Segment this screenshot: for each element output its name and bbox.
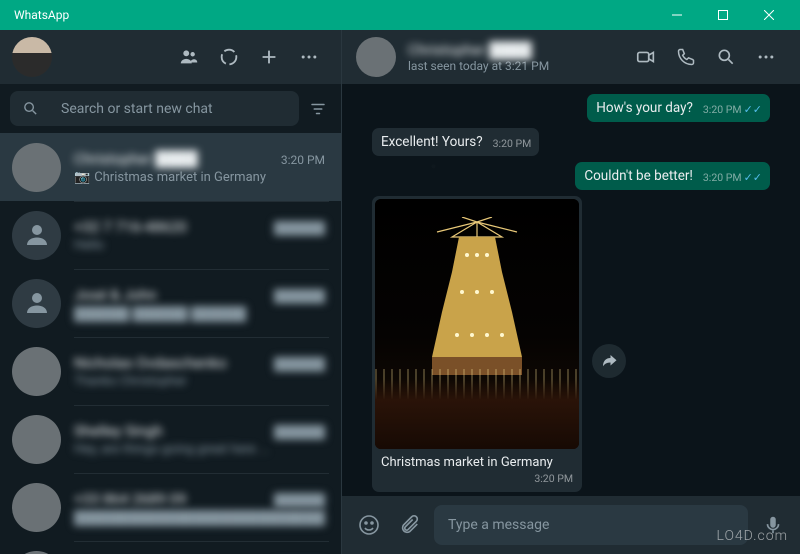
new-chat-icon[interactable] — [249, 37, 289, 77]
message-row: Excellent! Yours? 3:20 PM — [372, 128, 770, 162]
read-receipt-icon: ✓✓ — [744, 103, 762, 116]
chat-item-info: +33 864 2689 09█████████████████████████… — [74, 473, 329, 541]
chat-list: Christopher ████ 3:20 PM 📷Christmas market… — [0, 133, 341, 554]
message-row: Christmas market in Germany3:20 PM — [372, 196, 770, 492]
message-input[interactable]: Type a message — [434, 505, 748, 545]
chat-item-name: +33 864 2689 09 — [74, 490, 186, 508]
chat-item-avatar — [12, 143, 61, 192]
chat-item-time: ██████ — [274, 493, 325, 507]
conversation-pane: Christopher ████ last seen today at 3:21… — [342, 30, 800, 554]
emoji-icon[interactable] — [354, 513, 384, 537]
chat-item-avatar — [12, 279, 61, 328]
search-icon — [22, 100, 39, 117]
window-title: WhatsApp — [14, 8, 654, 22]
message-row: Couldn't be better! 3:20 PM✓✓ — [372, 162, 770, 196]
chat-list-item[interactable]: +33 864 2689 09█████████████████████████… — [0, 473, 341, 541]
chat-item-avatar — [12, 347, 61, 396]
messages-container: How's your day?3:20 PM✓✓Excellent! Yours… — [342, 84, 800, 496]
chat-list-item[interactable]: Nicholas Ovdaschenko ██████ Thanks Christo… — [0, 337, 341, 405]
chat-item-info: Shelley Singh ██████ Hey, are things going… — [74, 405, 329, 473]
message-meta: 3:20 PM✓✓ — [703, 171, 762, 184]
message-meta: 3:20 PM — [493, 137, 532, 150]
contact-info[interactable]: Christopher ████ last seen today at 3:21… — [408, 41, 626, 73]
chat-item-time: ██████ — [274, 221, 325, 235]
message-time: 3:20 PM — [375, 472, 579, 489]
chat-item-time: 3:20 PM — [281, 153, 325, 167]
forward-icon[interactable] — [592, 344, 626, 378]
outgoing-message[interactable]: How's your day? 3:20 PM✓✓ — [587, 94, 770, 122]
photo-icon: 📷 — [74, 170, 90, 185]
chat-item-preview: 📷Christmas market in Germany — [74, 170, 325, 185]
message-text: How's your day? — [596, 100, 693, 116]
chat-item-info: José & John ██████ ██████ ██████ ██████ — [74, 269, 329, 337]
image-message[interactable]: Christmas market in Germany3:20 PM — [372, 196, 582, 492]
chat-item-name: Nicholas Ovdaschenko — [74, 354, 227, 372]
message-time: 3:20 PM — [703, 103, 742, 116]
image-caption: Christmas market in Germany — [375, 449, 579, 472]
contact-name: Christopher ████ — [408, 41, 626, 59]
chat-list-item[interactable]: Christopher ████ 3:20 PM 📷Christmas market… — [0, 133, 341, 201]
compose-bar: Type a message — [342, 496, 800, 554]
chat-item-avatar — [12, 483, 61, 532]
chat-item-preview: Thanks Christopher — [74, 374, 325, 389]
chat-item-preview: Hey, are things going great here ... — [74, 442, 325, 457]
chat-item-name: Shelley Singh — [74, 422, 163, 440]
chat-item-avatar — [12, 415, 61, 464]
window-titlebar: WhatsApp — [0, 0, 800, 30]
chat-item-info: +32 7 716-48620 ██████ Hello — [74, 201, 329, 269]
chat-list-item[interactable]: Shelley Singh ██████ Hey, are things going… — [0, 405, 341, 473]
read-receipt-icon: ✓✓ — [744, 171, 762, 184]
chat-item-info: Nicholas Ovdaschenko ██████ Thanks Christo… — [74, 337, 329, 405]
search-placeholder: Search or start new chat — [61, 101, 213, 117]
voice-call-icon[interactable] — [666, 37, 706, 77]
message-image[interactable] — [375, 199, 579, 449]
menu-icon[interactable] — [289, 37, 329, 77]
message-meta: 3:20 PM✓✓ — [703, 103, 762, 116]
message-input-placeholder: Type a message — [448, 517, 549, 533]
contact-avatar[interactable] — [356, 37, 396, 77]
conversation-header: Christopher ████ last seen today at 3:21… — [342, 30, 800, 84]
incoming-message[interactable]: Excellent! Yours? 3:20 PM — [372, 128, 539, 156]
window-maximize-button[interactable] — [700, 0, 746, 30]
contact-status: last seen today at 3:21 PM — [408, 59, 626, 73]
window-close-button[interactable] — [746, 0, 792, 30]
outgoing-message[interactable]: Couldn't be better! 3:20 PM✓✓ — [575, 162, 770, 190]
chat-item-name: José & John — [74, 286, 157, 304]
chat-list-item[interactable]: José & John ██████ ██████ ██████ ██████ — [0, 269, 341, 337]
chat-item-info: Christopher ████ 3:20 PM 📷Christmas market… — [74, 133, 329, 201]
chat-item-preview: Hello — [74, 238, 325, 253]
chat-item-preview: ██████ ██████ ██████ — [74, 306, 325, 322]
conversation-menu-icon[interactable] — [746, 37, 786, 77]
chat-item-info: Lisa Guerra██████████ ████ ██ ██████ — [74, 541, 329, 554]
chat-item-avatar — [12, 551, 61, 554]
communities-icon[interactable] — [169, 37, 209, 77]
chat-item-time: ██████ — [274, 357, 325, 371]
chat-list-item[interactable]: Lisa Guerra██████████ ████ ██ ██████ — [0, 541, 341, 554]
chat-item-preview: ████████████████████████████ — [74, 510, 325, 526]
message-time: 3:20 PM — [703, 171, 742, 184]
chat-item-name: Christopher ████ — [74, 150, 198, 168]
my-avatar[interactable] — [12, 37, 52, 77]
video-call-icon[interactable] — [626, 37, 666, 77]
search-input[interactable]: Search or start new chat — [10, 91, 299, 126]
chat-list-item[interactable]: +32 7 716-48620 ██████ Hello — [0, 201, 341, 269]
filter-icon[interactable] — [305, 100, 331, 118]
attach-icon[interactable] — [394, 514, 424, 536]
status-icon[interactable] — [209, 37, 249, 77]
message-text: Excellent! Yours? — [381, 134, 483, 150]
window-minimize-button[interactable] — [654, 0, 700, 30]
chat-item-time: ██████ — [274, 289, 325, 303]
chat-item-name: +32 7 716-48620 — [74, 218, 187, 236]
message-time: 3:20 PM — [493, 137, 532, 150]
voice-message-icon[interactable] — [758, 514, 788, 536]
app-main: Search or start new chat Christopher ███… — [0, 30, 800, 554]
chat-item-avatar — [12, 211, 61, 260]
sidebar: Search or start new chat Christopher ███… — [0, 30, 342, 554]
search-row: Search or start new chat — [0, 84, 341, 133]
sidebar-header — [0, 30, 341, 84]
message-row: How's your day? 3:20 PM✓✓ — [372, 94, 770, 128]
message-text: Couldn't be better! — [584, 168, 693, 184]
search-in-chat-icon[interactable] — [706, 37, 746, 77]
chat-item-time: ██████ — [274, 425, 325, 439]
